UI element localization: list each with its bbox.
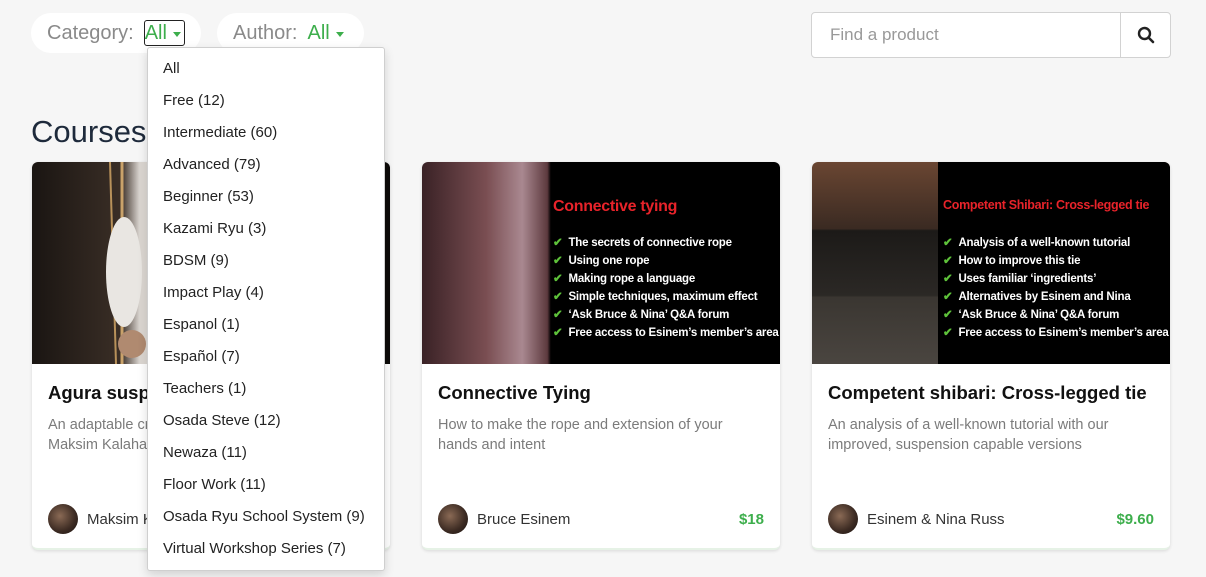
promo-bullet: Analysis of a well-known tutorial <box>943 234 1169 252</box>
dropdown-item-teachers[interactable]: Teachers (1) <box>148 373 384 405</box>
dropdown-item-virtual-workshop[interactable]: Virtual Workshop Series (7) <box>148 533 384 565</box>
course-description: How to make the rope and extension of yo… <box>438 417 723 453</box>
course-title[interactable]: Connective Tying <box>438 382 591 404</box>
promo-overlay: Connective tying The secrets of connecti… <box>553 198 779 342</box>
section-title: Courses <box>31 114 147 149</box>
dropdown-item-intermediate[interactable]: Intermediate (60) <box>148 117 384 149</box>
category-filter-label: Category: <box>47 21 134 44</box>
course-description: An analysis of a well-known tutorial wit… <box>828 417 1109 453</box>
promo-bullet: Using one rope <box>553 252 779 270</box>
promo-bullet: Free access to Esinem’s member’s area <box>943 324 1168 342</box>
promo-bullet: Uses familiar ‘ingredients’ <box>943 270 1169 288</box>
search-box <box>811 12 1171 58</box>
promo-bullet: Free access to Esinem’s member’s area <box>553 324 778 342</box>
chevron-down-icon <box>172 31 181 37</box>
promo-bullet: The secrets of connective rope <box>553 234 779 252</box>
course-thumbnail[interactable]: Connective tying The secrets of connecti… <box>422 162 780 364</box>
author-filter-label: Author: <box>233 21 298 44</box>
avatar <box>828 504 858 534</box>
dropdown-item-kazami-ryu[interactable]: Kazami Ryu (3) <box>148 213 384 245</box>
promo-title: Connective tying <box>553 198 678 215</box>
category-dropdown[interactable]: All Free (12) Intermediate (60) Advanced… <box>147 47 385 571</box>
dropdown-item-bdsm[interactable]: BDSM (9) <box>148 245 384 277</box>
promo-bullet: ‘Ask Bruce & Nina’ Q&A forum <box>553 306 779 324</box>
dropdown-item-espanol[interactable]: Espanol (1) <box>148 309 384 341</box>
course-card[interactable]: Competent Shibari: Cross-legged tie Anal… <box>812 162 1170 550</box>
promo-title: Competent Shibari: Cross-legged tie <box>943 198 1150 212</box>
course-footer: Bruce Esinem $18 <box>438 503 764 535</box>
promo-bullets: Analysis of a well-known tutorial How to… <box>943 234 1169 342</box>
dropdown-item-osada-steve[interactable]: Osada Steve (12) <box>148 405 384 437</box>
dropdown-item-all[interactable]: All <box>148 53 384 85</box>
dropdown-item-osada-ryu-school[interactable]: Osada Ryu School System (9) <box>148 501 384 533</box>
promo-bullet: Simple techniques, maximum effect <box>553 288 779 306</box>
dropdown-item-floor-work[interactable]: Floor Work (11) <box>148 469 384 501</box>
promo-bullet: How to improve this tie <box>943 252 1169 270</box>
course-title[interactable]: Agura suspe <box>48 382 160 404</box>
course-thumbnail[interactable]: Competent Shibari: Cross-legged tie Anal… <box>812 162 1170 364</box>
author-name[interactable]: Esinem & Nina Russ <box>867 511 1116 528</box>
search-button[interactable] <box>1120 13 1170 57</box>
promo-bullet: ‘Ask Bruce & Nina’ Q&A forum <box>943 306 1169 324</box>
dropdown-item-advanced[interactable]: Advanced (79) <box>148 149 384 181</box>
promo-bullet: Making rope a language <box>553 270 779 288</box>
promo-overlay: Competent Shibari: Cross-legged tie Anal… <box>943 198 1169 342</box>
dropdown-item-newaza[interactable]: Newaza (11) <box>148 437 384 469</box>
avatar <box>438 504 468 534</box>
promo-bullet: Alternatives by Esinem and Nina <box>943 288 1169 306</box>
dropdown-item-beginner[interactable]: Beginner (53) <box>148 181 384 213</box>
author-select-value: All <box>307 21 330 44</box>
dropdown-item-impact-play[interactable]: Impact Play (4) <box>148 277 384 309</box>
course-title[interactable]: Competent shibari: Cross-legged tie <box>828 382 1147 404</box>
avatar <box>48 504 78 534</box>
category-select[interactable]: All <box>143 20 185 46</box>
author-select[interactable]: All <box>307 21 344 45</box>
chevron-down-icon <box>335 31 344 37</box>
author-name[interactable]: Bruce Esinem <box>477 511 739 528</box>
course-card[interactable]: Connective tying The secrets of connecti… <box>422 162 780 550</box>
price: $18 <box>738 510 764 528</box>
dropdown-item-free[interactable]: Free (12) <box>148 85 384 117</box>
search-input[interactable] <box>812 13 1120 57</box>
dropdown-item-espanol-accent[interactable]: Español (7) <box>148 341 384 373</box>
category-select-value: All <box>144 22 167 44</box>
search-icon <box>1137 26 1154 44</box>
course-footer: Esinem & Nina Russ $9.60 <box>828 503 1154 535</box>
promo-bullets: The secrets of connective rope Using one… <box>553 234 779 342</box>
price: $9.60 <box>1116 510 1154 528</box>
